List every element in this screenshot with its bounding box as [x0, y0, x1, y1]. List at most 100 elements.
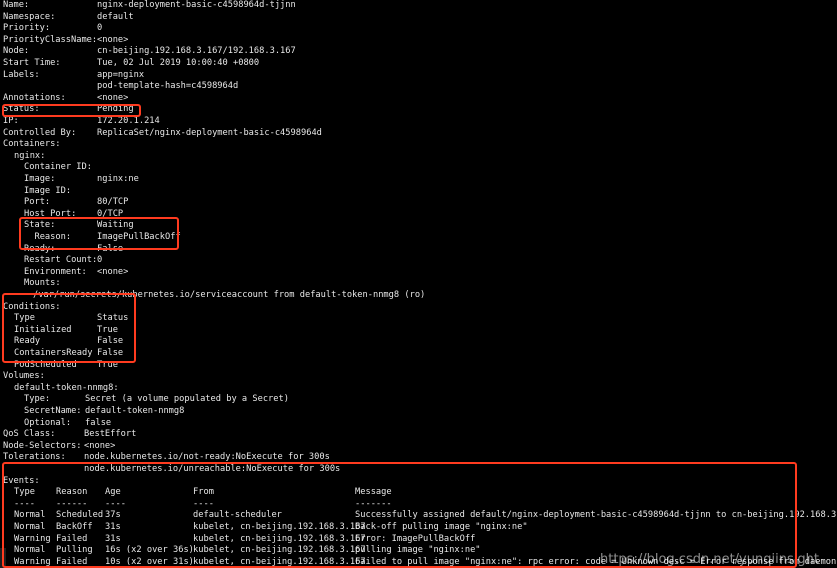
event-cell: 16s (x2 over 36s) — [105, 545, 194, 556]
field-key: Containers: — [3, 139, 61, 150]
events-header-row: Type Reason Age From Message — [0, 487, 837, 499]
field-key: Ready: — [24, 243, 56, 254]
pod-field-row: Containers: — [0, 139, 837, 151]
field-key: Image: — [24, 174, 56, 184]
events-heading-row: Events: — [0, 476, 837, 488]
event-cell: kubelet, cn-beijing.192.168.3.167 — [193, 533, 366, 544]
field-key: Controlled By: — [3, 127, 77, 138]
pod-field-row: PriorityClassName: <none> — [0, 35, 837, 47]
field-key: Environment: — [24, 266, 87, 277]
field-value: cn-beijing.192.168.3.167/192.168.3.167 — [97, 46, 296, 57]
section-heading: Volumes: — [3, 371, 45, 382]
event-row: Warning Failed 31s kubelet, cn-beijing.192.… — [0, 534, 837, 546]
condition-row: PodScheduled True — [0, 360, 837, 372]
column-header: Type — [14, 487, 35, 498]
field-value: 0 — [97, 255, 103, 266]
container-field-row: Host Port: 0/TCP — [0, 209, 837, 221]
field-key: SecretName: — [24, 406, 82, 416]
pod-field-row: Name: nginx-deployment-basic-c4598964d-tj… — [0, 0, 837, 12]
event-cell: Failed — [56, 533, 88, 544]
event-cell: Warning — [14, 556, 51, 567]
terminal-output: Name: nginx-deployment-basic-c4598964d-tj… — [0, 0, 837, 568]
field-key: Reason: — [24, 232, 72, 242]
field-key: Priority: — [3, 23, 51, 34]
event-cell: default-scheduler — [193, 510, 282, 521]
field-key: Annotations: — [3, 92, 66, 103]
field-key: PriorityClassName: — [3, 34, 98, 45]
event-cell: Error: ImagePullBackOff — [355, 533, 476, 544]
mount-row: /var/run/secrets/kubernetes.io/serviceac… — [0, 290, 837, 302]
field-key: Mounts: — [24, 278, 61, 289]
container-field-row: Environment: <none> — [0, 267, 837, 279]
section-heading: Conditions: — [3, 301, 61, 312]
field-key: Type: — [24, 394, 51, 405]
pod-field-row: Controlled By: ReplicaSet/nginx-deploymen… — [0, 128, 837, 140]
event-row: Normal Scheduled 37s default-scheduler Succe… — [0, 510, 837, 522]
column-header: Message — [355, 487, 392, 498]
watermark-text: https://blog.csdn.net/yunqiinsight — [600, 552, 819, 567]
conditions-header-row: Type Status — [0, 313, 837, 325]
event-cell: pulling image "nginx:ne" — [355, 545, 481, 556]
column-separator: ---- — [14, 498, 35, 509]
pod-field-row: Labels: app=nginx — [0, 70, 837, 82]
event-cell: 37s — [105, 510, 121, 521]
pod-field-row: Status: Pending — [0, 104, 837, 116]
misc-field-row: Node-Selectors: <none> — [0, 441, 837, 453]
field-value: 80/TCP — [97, 197, 129, 208]
volume-field-row: Optional: false — [0, 418, 837, 430]
field-key: Port: — [24, 197, 51, 208]
column-separator: ------ — [56, 498, 88, 509]
column-separator: ------- — [355, 498, 392, 509]
container-field-row: Image ID: — [0, 186, 837, 198]
field-value: nginx:ne — [97, 174, 139, 184]
event-row: Normal BackOff 31s kubelet, cn-beijing.192.… — [0, 522, 837, 534]
condition-type: Initialized — [14, 324, 72, 335]
field-value: app=nginx — [97, 69, 145, 80]
field-value: Secret (a volume populated by a Secret) — [85, 394, 289, 405]
event-cell: kubelet, cn-beijing.192.168.3.167 — [193, 522, 366, 532]
condition-type: Ready — [14, 336, 41, 347]
pod-field-row: IP: 172.20.1.214 — [0, 116, 837, 128]
event-cell: Successfully assigned default/nginx-depl… — [355, 510, 837, 521]
field-key: Restart Count: — [24, 255, 98, 266]
container-field-row: Restart Count: 0 — [0, 255, 837, 267]
conditions-heading-row: Conditions: — [0, 302, 837, 314]
event-cell: Pulling — [56, 545, 93, 556]
field-key: QoS Class: — [3, 429, 56, 440]
misc-field-row: Tolerations: node.kubernetes.io/not-ready… — [0, 452, 837, 464]
container-name: nginx: — [14, 150, 46, 161]
event-cell: Normal — [14, 522, 46, 532]
event-cell: Back-off pulling image "nginx:ne" — [355, 522, 528, 532]
event-cell: Scheduled — [56, 510, 104, 521]
mount-path: /var/run/secrets/kubernetes.io/serviceac… — [33, 290, 426, 300]
field-value: node.kubernetes.io/not-ready:NoExecute f… — [84, 452, 330, 463]
volume-field-row: Type: Secret (a volume populated by a Sec… — [0, 394, 837, 406]
field-value: Pending — [97, 104, 134, 115]
container-name-row: nginx: — [0, 151, 837, 163]
event-cell: Failed — [56, 556, 88, 567]
column-header: Age — [105, 487, 121, 498]
events-dashes-row: ---- ------ ---- ---- ------- — [0, 499, 837, 511]
container-field-row: Container ID: — [0, 162, 837, 174]
event-cell: 10s (x2 over 31s) — [105, 556, 194, 567]
misc-field-row: node.kubernetes.io/unreachable:NoExecute… — [0, 464, 837, 476]
container-field-row: Mounts: — [0, 278, 837, 290]
event-cell: 31s — [105, 533, 121, 544]
container-field-row: Reason: ImagePullBackOff — [0, 232, 837, 244]
column-separator: ---- — [105, 498, 126, 509]
field-value: Tue, 02 Jul 2019 10:00:40 +0800 — [97, 58, 260, 68]
field-key: Name: — [3, 0, 30, 10]
field-value: pod-template-hash=c4598964d — [97, 81, 239, 92]
condition-status: True — [97, 324, 118, 335]
field-key: Optional: — [24, 417, 72, 428]
field-key: State: — [24, 220, 56, 231]
condition-status: False — [97, 336, 124, 347]
event-cell: kubelet, cn-beijing.192.168.3.167 — [193, 545, 366, 556]
condition-type: PodScheduled — [14, 359, 77, 370]
column-separator: ---- — [193, 498, 214, 509]
window-corner — [0, 548, 6, 568]
field-value: BestEffort — [84, 429, 137, 440]
field-value: <none> — [84, 440, 116, 451]
field-value: ImagePullBackOff — [97, 232, 181, 242]
field-key: Host Port: — [24, 208, 77, 219]
